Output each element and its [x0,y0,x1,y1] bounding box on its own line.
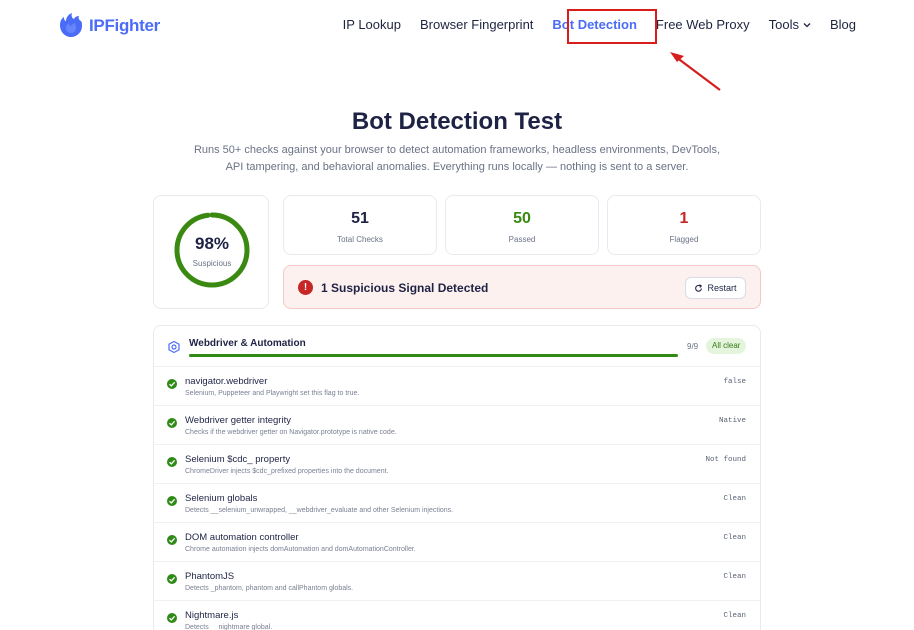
nav-blog[interactable]: Blog [830,17,856,32]
check-description: ChromeDriver injects $cdc_prefixed prope… [185,468,389,475]
check-value: false [723,378,746,386]
check-value: Clean [723,495,746,503]
section-status-badge: All clear [706,338,747,354]
check-pass-icon [167,535,177,545]
chevron-down-icon [803,22,811,27]
nav-ip-lookup[interactable]: IP Lookup [343,17,401,32]
nav-tools-label: Tools [768,17,799,32]
nav-free-web-proxy[interactable]: Free Web Proxy [656,17,750,32]
stat-label-passed: Passed [508,235,536,244]
check-name: navigator.webdriver [185,376,268,387]
check-value: Native [718,417,746,425]
check-row: DOM automation controller Chrome automati… [154,522,760,561]
check-row: Selenium $cdc_ property ChromeDriver inje… [154,444,760,483]
page-title: Bot Detection Test [351,108,563,135]
brand-name: IPFighter [89,16,160,35]
check-name: Selenium $cdc_ property [185,454,291,465]
page-subtitle: Runs 50+ checks against your browser to … [193,144,721,173]
stat-card-flagged: 1 Flagged [607,195,761,255]
stat-value-total: 51 [351,210,369,227]
section-progress-fill [189,354,678,357]
check-description: Checks if the webdriver getter on Naviga… [185,429,397,436]
check-row: Nightmare.js Detects __nightmare global. C… [154,600,760,630]
brand-logo[interactable]: IPFighter [57,12,160,40]
check-pass-icon [167,613,177,623]
check-pass-icon [167,457,177,467]
check-name: Nightmare.js [185,610,239,621]
section-progress-track [189,354,678,357]
check-list: navigator.webdriver Selenium, Puppeteer a… [154,366,760,630]
check-row: Webdriver getter integrity Checks if the … [154,405,760,444]
flame-logo-icon [60,13,82,37]
check-value: Clean [723,612,746,620]
check-pass-icon [167,496,177,506]
score-label: Suspicious [192,259,232,268]
stat-value-flagged: 1 [679,210,689,227]
stat-label-flagged: Flagged [669,235,699,244]
check-row: navigator.webdriver Selenium, Puppeteer a… [154,366,760,405]
check-name: PhantomJS [185,571,235,582]
stat-value-passed: 50 [513,210,531,227]
check-description: Detects __nightmare global. [185,624,273,630]
score-value: 98% [194,234,230,253]
stat-label-total: Total Checks [337,235,383,244]
check-value: Clean [723,534,746,542]
check-description: Chrome automation injects domAutomation … [185,546,416,553]
section-title: Webdriver & Automation [189,338,306,349]
check-value: Clean [723,573,746,581]
nav-tools[interactable]: Tools [769,17,811,32]
restart-button-label: Restart [707,283,737,293]
check-description: Selenium, Puppeteer and Playwright set t… [185,390,360,397]
alert-text: 1 Suspicious Signal Detected [321,281,489,295]
check-name: Selenium globals [185,493,258,504]
check-description: Detects _phantom, phantom and callPhanto… [185,585,354,592]
check-row: Selenium globals Detects __selenium_unwra… [154,483,760,522]
annotation-arrow-icon [670,52,721,91]
alert-exclamation-icon: ! [298,280,313,295]
stat-card-total: 51 Total Checks [283,195,437,255]
stat-card-passed: 50 Passed [445,195,599,255]
check-row: PhantomJS Detects _phantom, phantom and c… [154,561,760,600]
check-pass-icon [167,418,177,428]
robot-icon [168,340,180,354]
suspicious-alert: ! 1 Suspicious Signal Detected Restart [283,265,761,309]
section-count: 9/9 [687,342,699,351]
check-pass-icon [167,379,177,389]
check-pass-icon [167,574,177,584]
score-card: 98% Suspicious [153,195,269,309]
check-description: Detects __selenium_unwrapped, __webdrive… [185,507,454,514]
nav-browser-fingerprint[interactable]: Browser Fingerprint [420,17,533,32]
annotation-highlight-box [567,9,657,44]
refresh-icon [695,283,703,292]
checks-panel: Webdriver & Automation 9/9 All clear nav… [153,325,761,630]
restart-button[interactable]: Restart [685,277,746,299]
check-value: Not found [705,456,746,464]
check-name: DOM automation controller [185,532,299,543]
top-navigation: IPFighter IP Lookup Browser Fingerprint … [0,0,914,91]
check-name: Webdriver getter integrity [185,415,291,426]
